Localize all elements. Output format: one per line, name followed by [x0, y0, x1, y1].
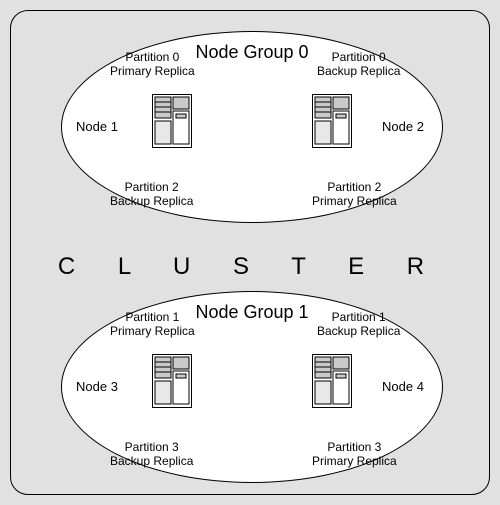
server-icon	[312, 354, 352, 408]
server-icon	[152, 354, 192, 408]
partition-text: Partition 0	[125, 50, 179, 64]
server-icon	[312, 94, 352, 148]
role-text: Primary Replica	[110, 64, 195, 78]
partition-label: Partition 1 Primary Replica	[110, 310, 195, 338]
partition-label: Partition 2 Primary Replica	[312, 180, 397, 208]
cluster-frame: C L U S T E R Node Group 0 Partition 0 P…	[10, 10, 490, 495]
partition-text: Partition 1	[332, 310, 386, 324]
partition-text: Partition 3	[327, 440, 381, 454]
partition-label: Partition 2 Backup Replica	[110, 180, 193, 208]
role-text: Backup Replica	[110, 454, 193, 468]
node-group-1: Node Group 1 Partition 1 Primary Replica…	[61, 291, 443, 483]
role-text: Primary Replica	[110, 324, 195, 338]
node-label-4: Node 4	[382, 380, 424, 394]
role-text: Primary Replica	[312, 194, 397, 208]
partition-text: Partition 2	[327, 180, 381, 194]
node-label-3: Node 3	[76, 380, 118, 394]
partition-label: Partition 1 Backup Replica	[317, 310, 400, 338]
partition-text: Partition 2	[125, 180, 179, 194]
node-group-0: Node Group 0 Partition 0 Primary Replica…	[61, 31, 443, 223]
cluster-label: C L U S T E R	[11, 253, 489, 281]
server-icon	[152, 94, 192, 148]
partition-text: Partition 0	[332, 50, 386, 64]
role-text: Primary Replica	[312, 454, 397, 468]
node-label-2: Node 2	[382, 120, 424, 134]
partition-label: Partition 3 Backup Replica	[110, 440, 193, 468]
partition-label: Partition 3 Primary Replica	[312, 440, 397, 468]
role-text: Backup Replica	[317, 324, 400, 338]
node-label-1: Node 1	[76, 120, 118, 134]
role-text: Backup Replica	[317, 64, 400, 78]
role-text: Backup Replica	[110, 194, 193, 208]
partition-text: Partition 1	[125, 310, 179, 324]
partition-text: Partition 3	[125, 440, 179, 454]
partition-label: Partition 0 Backup Replica	[317, 50, 400, 78]
partition-label: Partition 0 Primary Replica	[110, 50, 195, 78]
